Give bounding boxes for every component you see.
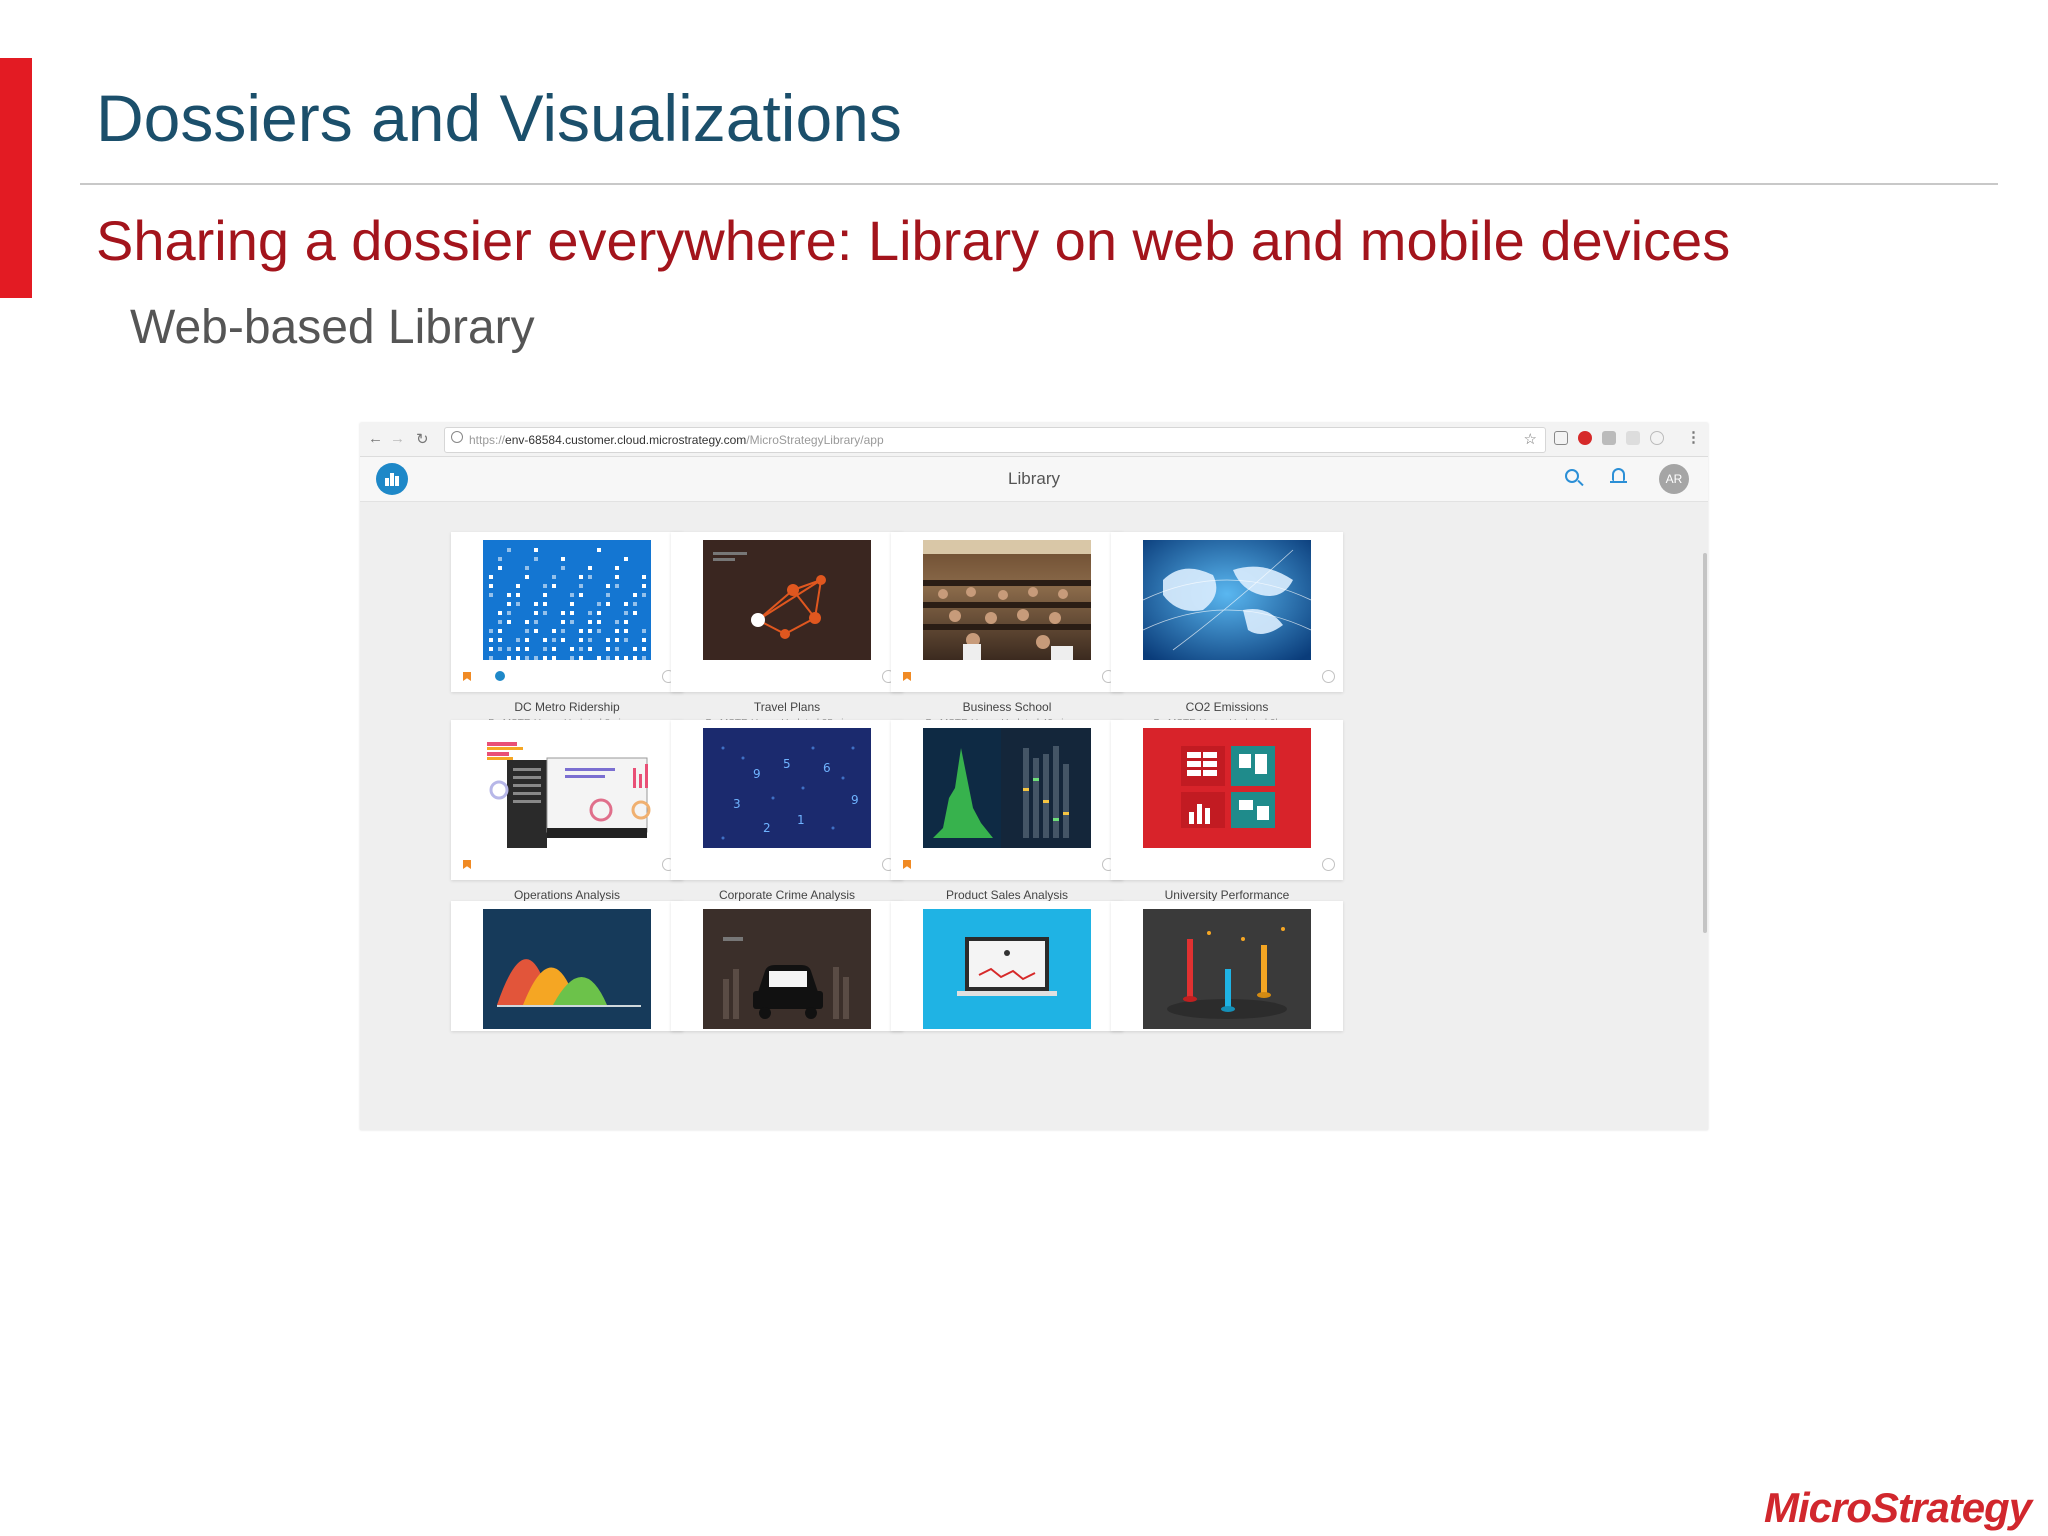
svg-text:3: 3 <box>733 797 741 811</box>
dossier-card[interactable] <box>671 901 903 1031</box>
info-icon[interactable] <box>1322 858 1335 871</box>
dossier-title[interactable]: University Performance <box>1087 888 1367 902</box>
dossier-thumbnail[interactable] <box>483 909 651 1029</box>
dossier-title[interactable]: CO2 Emissions <box>1087 700 1367 714</box>
dossier-thumbnail[interactable] <box>1143 728 1311 848</box>
bookmark-icon <box>903 860 911 869</box>
app-title: Library <box>1008 469 1060 488</box>
bookmark-icon <box>463 672 471 681</box>
info-icon[interactable] <box>1322 670 1335 683</box>
extension-icon[interactable] <box>1602 431 1616 445</box>
dossier-thumbnail[interactable] <box>703 540 871 660</box>
brand-logo: MicroStrategy <box>1764 1484 2032 1531</box>
dossier-card[interactable] <box>891 532 1123 692</box>
bell-icon[interactable] <box>1610 468 1627 483</box>
dossier-card[interactable] <box>451 532 683 692</box>
slide-bullet: Web-based Library <box>130 301 535 354</box>
dossier-thumbnail[interactable]: 9 5 6 3 9 1 2 <box>703 728 871 848</box>
avatar[interactable]: AR <box>1659 464 1689 494</box>
dossier-thumbnail[interactable] <box>923 540 1091 660</box>
search-icon[interactable] <box>1565 469 1579 483</box>
svg-text:9: 9 <box>851 793 859 807</box>
dossier-card[interactable] <box>1111 532 1343 692</box>
svg-text:2: 2 <box>763 821 771 835</box>
library-app-bar: Library AR <box>360 457 1708 502</box>
shared-indicator-icon <box>495 671 505 681</box>
dossier-thumbnail[interactable] <box>483 728 651 848</box>
arrow-left-icon[interactable]: ← <box>368 430 383 447</box>
scrollbar[interactable] <box>1703 553 1707 933</box>
dossier-card[interactable] <box>1111 901 1343 1031</box>
browser-chrome: ← → ↻ https://env-68584.customer.cloud.m… <box>360 423 1708 457</box>
svg-text:5: 5 <box>783 757 791 771</box>
extension-adblock-icon[interactable] <box>1578 431 1592 445</box>
dossier-thumbnail[interactable] <box>1143 540 1311 660</box>
star-icon[interactable]: ☆ <box>1524 430 1537 448</box>
info-icon <box>451 431 463 443</box>
url-text: https://env-68584.customer.cloud.microst… <box>469 433 884 447</box>
dossier-card[interactable]: 9 5 6 3 9 1 2 <box>671 720 903 880</box>
dossier-thumbnail[interactable] <box>1143 909 1311 1029</box>
dossier-card[interactable] <box>891 720 1123 880</box>
dossier-card[interactable] <box>451 901 683 1031</box>
reload-icon[interactable]: ↻ <box>416 430 429 448</box>
svg-text:9: 9 <box>753 767 761 781</box>
accent-bar <box>0 58 32 298</box>
address-bar[interactable]: https://env-68584.customer.cloud.microst… <box>444 427 1546 453</box>
dossier-card[interactable] <box>671 532 903 692</box>
extension-icon[interactable] <box>1650 431 1664 445</box>
dossier-thumbnail[interactable] <box>923 728 1091 848</box>
title-divider <box>80 183 1998 185</box>
dossier-card[interactable] <box>451 720 683 880</box>
arrow-right-icon[interactable]: → <box>390 430 405 447</box>
dossier-card[interactable] <box>891 901 1123 1031</box>
bookmark-icon <box>903 672 911 681</box>
slide-subtitle: Sharing a dossier everywhere: Library on… <box>96 209 1731 272</box>
library-screenshot: ← → ↻ https://env-68584.customer.cloud.m… <box>360 423 1708 1130</box>
dossier-thumbnail[interactable] <box>923 909 1091 1029</box>
svg-text:1: 1 <box>797 813 805 827</box>
dossier-card[interactable] <box>1111 720 1343 880</box>
extension-icon[interactable] <box>1626 431 1640 445</box>
svg-text:6: 6 <box>823 761 831 775</box>
dossier-thumbnail[interactable] <box>483 540 651 660</box>
bookmark-icon <box>463 860 471 869</box>
dossier-thumbnail[interactable] <box>703 909 871 1029</box>
slide-title: Dossiers and Visualizations <box>96 81 902 155</box>
extension-cast-icon[interactable] <box>1554 431 1568 445</box>
kebab-menu-icon[interactable]: ⋮ <box>1686 428 1701 446</box>
